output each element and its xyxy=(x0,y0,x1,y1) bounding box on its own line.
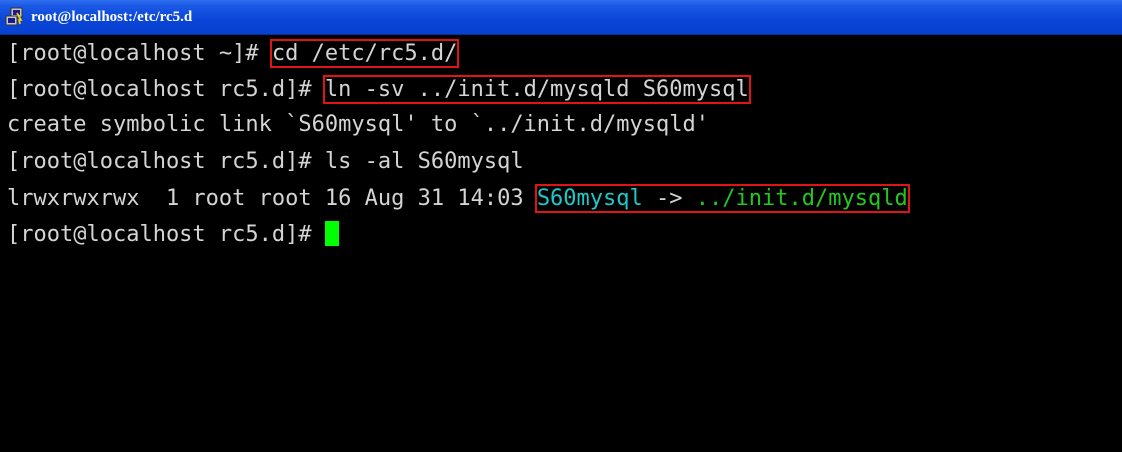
symlink-arrow: -> xyxy=(642,186,696,211)
text-cursor xyxy=(324,221,339,246)
terminal-line: [root@localhost rc5.d]# ls -al S60mysql xyxy=(7,147,524,177)
putty-terminal-icon xyxy=(5,7,23,26)
terminal-window: root@localhost:/etc/rc5.d [root@localhos… xyxy=(0,0,1122,452)
symlink-name: S60mysql xyxy=(536,186,643,211)
shell-prompt: [root@localhost ~]# xyxy=(7,41,272,66)
file-listing: lrwxrwxrwx 1 root root 16 Aug 31 14:03 xyxy=(7,186,537,211)
shell-prompt: [root@localhost rc5.d]# xyxy=(7,77,325,102)
terminal-line: [root@localhost rc5.d]# xyxy=(7,220,339,250)
window-title: root@localhost:/etc/rc5.d xyxy=(31,9,193,25)
terminal-line: create symbolic link `S60mysql' to `../i… xyxy=(7,110,709,140)
title-bar[interactable]: root@localhost:/etc/rc5.d xyxy=(0,0,1122,35)
shell-prompt: [root@localhost rc5.d]# xyxy=(7,149,325,174)
terminal-line: [root@localhost ~]# cd /etc/rc5.d/ xyxy=(7,39,460,69)
symlink-target: ../init.d/mysqld xyxy=(695,186,908,211)
highlighted-command: ln -sv ../init.d/mysqld S60mysql xyxy=(322,75,751,104)
command-output: create symbolic link `S60mysql' to `../i… xyxy=(7,112,709,137)
terminal-line: lrwxrwxrwx 1 root root 16 Aug 31 14:03 S… xyxy=(7,184,910,214)
highlighted-command: cd /etc/rc5.d/ xyxy=(269,39,460,68)
terminal-line: [root@localhost rc5.d]# ln -sv ../init.d… xyxy=(7,75,762,105)
highlighted-symlink: S60mysql -> ../init.d/mysqld xyxy=(534,184,910,213)
terminal-screen[interactable]: [root@localhost ~]# cd /etc/rc5.d/ [root… xyxy=(0,35,1122,452)
shell-prompt: [root@localhost rc5.d]# xyxy=(7,222,325,247)
command-text: ls -al S60mysql xyxy=(324,149,524,174)
